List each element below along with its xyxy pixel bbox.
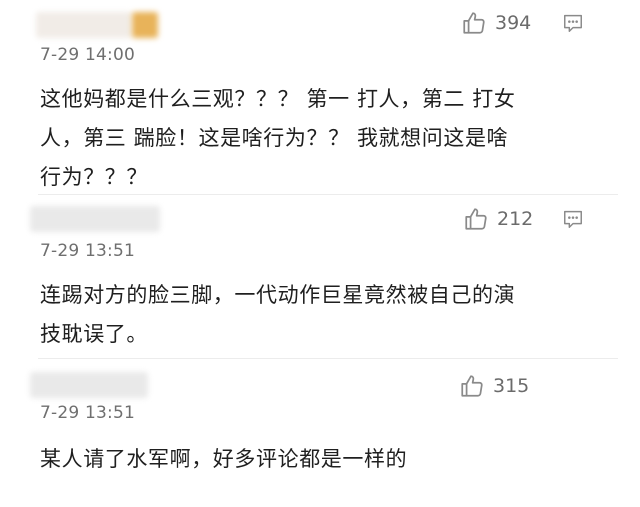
username-blurred bbox=[36, 12, 132, 38]
comment-timestamp: 7-29 13:51 bbox=[40, 241, 135, 261]
comment-bubble-icon[interactable] bbox=[562, 12, 584, 34]
comment-text-line: 某人请了水军啊，好多评论都是一样的 bbox=[40, 447, 408, 471]
avatar-badge-blurred bbox=[132, 12, 158, 38]
comment-text-line: 这他妈都是什么三观？？？ 第一 打人，第二 打女 bbox=[40, 87, 516, 111]
comment-text-line: 人，第三 踹脸！这是啥行为？？ 我就想问这是啥 bbox=[40, 126, 509, 150]
thumbs-up-icon bbox=[461, 10, 487, 36]
like-count: 315 bbox=[493, 375, 530, 397]
comment-bubble-icon[interactable] bbox=[562, 208, 584, 230]
comment-timestamp: 7-29 14:00 bbox=[40, 45, 135, 65]
comment-item: 7-29 14:00 394 这他妈都是什么三观？？？ 第一 打人，第二 打女 … bbox=[0, 0, 640, 196]
like-button[interactable]: 315 bbox=[459, 373, 529, 399]
comment-text: 某人请了水军啊，好多评论都是一样的 bbox=[40, 440, 600, 479]
username-blurred bbox=[30, 206, 160, 232]
comment-text: 连踢对方的脸三脚，一代动作巨星竟然被自己的演 技耽误了。 bbox=[40, 276, 600, 354]
comment-divider bbox=[38, 194, 618, 195]
like-button[interactable]: 212 bbox=[463, 206, 533, 232]
comment-text-line: 连踢对方的脸三脚，一代动作巨星竟然被自己的演 bbox=[40, 283, 516, 307]
comment-timestamp: 7-29 13:51 bbox=[40, 403, 135, 423]
like-count: 212 bbox=[497, 208, 534, 230]
comment-text-line: 技耽误了。 bbox=[40, 322, 148, 346]
comment-divider bbox=[38, 358, 618, 359]
like-count: 394 bbox=[495, 12, 532, 34]
like-button[interactable]: 394 bbox=[461, 10, 531, 36]
comment-item: 7-29 13:51 212 连踢对方的脸三脚，一代动作巨星竟然被自己的演 技耽… bbox=[0, 196, 640, 360]
comment-item: 7-29 13:51 315 某人请了水军啊，好多评论都是一样的 bbox=[0, 360, 640, 507]
thumbs-up-icon bbox=[459, 373, 485, 399]
comment-text-line: 行为？？？ bbox=[40, 165, 148, 189]
username-blurred bbox=[30, 372, 148, 398]
comment-list: 7-29 14:00 394 这他妈都是什么三观？？？ 第一 打人，第二 打女 … bbox=[0, 0, 640, 507]
thumbs-up-icon bbox=[463, 206, 489, 232]
comment-text: 这他妈都是什么三观？？？ 第一 打人，第二 打女 人，第三 踹脸！这是啥行为？？… bbox=[40, 80, 600, 197]
